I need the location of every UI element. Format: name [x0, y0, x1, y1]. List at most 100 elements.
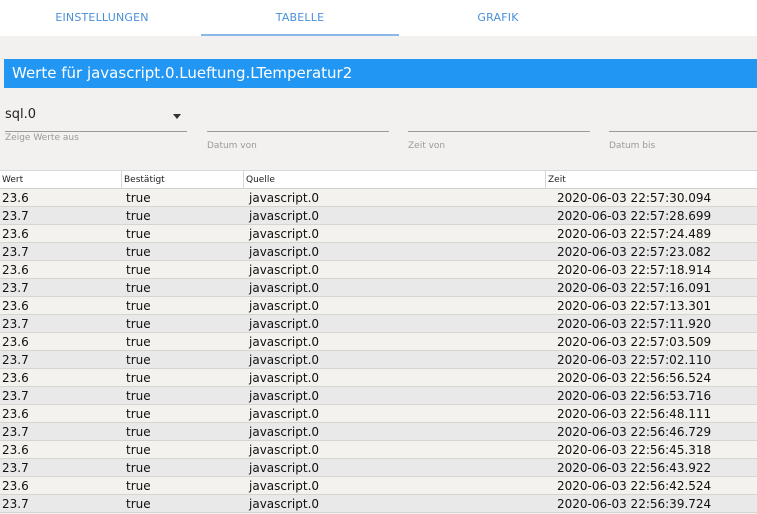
table-row[interactable]: 23.6 true javascript.0 2020-06-03 22:57:13.… — [0, 297, 757, 315]
cell-bestaetigt: true — [126, 245, 151, 259]
table-row[interactable]: 23.7 true javascript.0 2020-06-03 22:56:46.… — [0, 423, 757, 441]
cell-wert: 23.7 — [2, 281, 29, 295]
table-row[interactable]: 23.6 true javascript.0 2020-06-03 22:57:03.… — [0, 333, 757, 351]
cell-quelle: javascript.0 — [249, 281, 320, 295]
date-to-label: Datum bis — [609, 141, 656, 151]
cell-wert: 23.7 — [2, 245, 29, 259]
instance-select-value: sql.0 — [5, 107, 37, 122]
cell-quelle: javascript.0 — [249, 479, 320, 493]
cell-quelle: javascript.0 — [249, 353, 320, 367]
table-header: Wert Bestätigt Quelle Zeit — [0, 170, 757, 189]
cell-quelle: javascript.0 — [249, 335, 320, 349]
cell-zeit: 2020-06-03 22:57:24.489 — [557, 227, 712, 241]
cell-bestaetigt: true — [126, 191, 151, 205]
column-header-wert[interactable]: Wert — [0, 171, 122, 189]
date-to-field[interactable] — [609, 105, 757, 132]
table-row[interactable]: 23.6 true javascript.0 2020-06-03 22:56:42.… — [0, 477, 757, 495]
cell-wert: 23.6 — [2, 443, 29, 457]
cell-bestaetigt: true — [126, 497, 151, 511]
cell-zeit: 2020-06-03 22:57:02.110 — [557, 353, 712, 367]
cell-wert: 23.6 — [2, 371, 29, 385]
cell-wert: 23.6 — [2, 479, 29, 493]
cell-wert: 23.7 — [2, 317, 29, 331]
cell-bestaetigt: true — [126, 209, 151, 223]
cell-quelle: javascript.0 — [249, 227, 320, 241]
cell-bestaetigt: true — [126, 263, 151, 277]
cell-wert: 23.6 — [2, 335, 29, 349]
cell-wert: 23.6 — [2, 191, 29, 205]
cell-zeit: 2020-06-03 22:56:46.729 — [557, 425, 712, 439]
time-from-field[interactable] — [408, 105, 590, 132]
cell-bestaetigt: true — [126, 425, 151, 439]
chevron-down-icon — [173, 114, 181, 119]
cell-zeit: 2020-06-03 22:57:28.699 — [557, 209, 712, 223]
cell-bestaetigt: true — [126, 335, 151, 349]
table-row[interactable]: 23.6 true javascript.0 2020-06-03 22:57:24.… — [0, 225, 757, 243]
table-row[interactable]: 23.6 true javascript.0 2020-06-03 22:56:56.… — [0, 369, 757, 387]
table-row[interactable]: 23.7 true javascript.0 2020-06-03 22:57:28.… — [0, 207, 757, 225]
table-row[interactable]: 23.7 true javascript.0 2020-06-03 22:56:39.… — [0, 495, 757, 513]
cell-quelle: javascript.0 — [249, 317, 320, 331]
cell-bestaetigt: true — [126, 299, 151, 313]
cell-wert: 23.6 — [2, 227, 29, 241]
cell-zeit: 2020-06-03 22:56:53.716 — [557, 389, 712, 403]
cell-zeit: 2020-06-03 22:56:56.524 — [557, 371, 712, 385]
cell-wert: 23.6 — [2, 407, 29, 421]
date-from-field[interactable] — [207, 105, 389, 132]
cell-zeit: 2020-06-03 22:57:18.914 — [557, 263, 712, 277]
cell-quelle: javascript.0 — [249, 263, 320, 277]
cell-zeit: 2020-06-03 22:56:48.111 — [557, 407, 712, 421]
cell-bestaetigt: true — [126, 227, 151, 241]
table-row[interactable]: 23.6 true javascript.0 2020-06-03 22:57:18.… — [0, 261, 757, 279]
cell-zeit: 2020-06-03 22:56:42.524 — [557, 479, 712, 493]
tab-grafik[interactable]: GRAFIK — [399, 0, 597, 36]
table-row[interactable]: 23.7 true javascript.0 2020-06-03 22:57:11.… — [0, 315, 757, 333]
table-row[interactable]: 23.6 true javascript.0 2020-06-03 22:56:45.… — [0, 441, 757, 459]
cell-bestaetigt: true — [126, 281, 151, 295]
cell-bestaetigt: true — [126, 371, 151, 385]
cell-zeit: 2020-06-03 22:57:16.091 — [557, 281, 712, 295]
tab-bar: EINSTELLUNGEN TABELLE GRAFIK — [0, 0, 757, 36]
cell-zeit: 2020-06-03 22:57:11.920 — [557, 317, 712, 331]
table-row[interactable]: 23.6 true javascript.0 2020-06-03 22:56:48.… — [0, 405, 757, 423]
page-title: Werte für javascript.0.Lueftung.LTempera… — [4, 59, 757, 88]
cell-quelle: javascript.0 — [249, 299, 320, 313]
table-row[interactable]: 23.7 true javascript.0 2020-06-03 22:57:23.… — [0, 243, 757, 261]
cell-wert: 23.7 — [2, 425, 29, 439]
cell-bestaetigt: true — [126, 353, 151, 367]
cell-bestaetigt: true — [126, 407, 151, 421]
time-from-label: Zeit von — [408, 141, 446, 151]
cell-quelle: javascript.0 — [249, 389, 320, 403]
cell-quelle: javascript.0 — [249, 497, 320, 511]
cell-quelle: javascript.0 — [249, 425, 320, 439]
table-row[interactable]: 23.6 true javascript.0 2020-06-03 22:57:30.… — [0, 189, 757, 207]
date-from-label: Datum von — [207, 141, 257, 151]
cell-bestaetigt: true — [126, 461, 151, 475]
cell-wert: 23.7 — [2, 461, 29, 475]
table-row[interactable]: 23.7 true javascript.0 2020-06-03 22:57:02.… — [0, 351, 757, 369]
cell-quelle: javascript.0 — [249, 191, 320, 205]
cell-quelle: javascript.0 — [249, 371, 320, 385]
cell-wert: 23.7 — [2, 389, 29, 403]
table-row[interactable]: 23.7 true javascript.0 2020-06-03 22:56:53.… — [0, 387, 757, 405]
column-header-bestaetigt[interactable]: Bestätigt — [122, 171, 244, 189]
cell-zeit: 2020-06-03 22:57:23.082 — [557, 245, 712, 259]
cell-bestaetigt: true — [126, 389, 151, 403]
cell-wert: 23.6 — [2, 299, 29, 313]
tab-tabelle[interactable]: TABELLE — [201, 0, 399, 36]
instance-select[interactable]: sql.0 — [5, 103, 187, 132]
cell-wert: 23.7 — [2, 209, 29, 223]
column-header-quelle[interactable]: Quelle — [244, 171, 546, 189]
cell-zeit: 2020-06-03 22:57:03.509 — [557, 335, 712, 349]
table-row[interactable]: 23.7 true javascript.0 2020-06-03 22:56:43.… — [0, 459, 757, 477]
cell-quelle: javascript.0 — [249, 407, 320, 421]
cell-wert: 23.7 — [2, 353, 29, 367]
tab-einstellungen[interactable]: EINSTELLUNGEN — [3, 0, 201, 36]
cell-bestaetigt: true — [126, 443, 151, 457]
table-row[interactable]: 23.7 true javascript.0 2020-06-03 22:57:16.… — [0, 279, 757, 297]
cell-zeit: 2020-06-03 22:57:30.094 — [557, 191, 712, 205]
cell-quelle: javascript.0 — [249, 443, 320, 457]
cell-bestaetigt: true — [126, 317, 151, 331]
column-header-zeit[interactable]: Zeit — [546, 171, 757, 189]
instance-select-helper: Zeige Werte aus — [5, 133, 79, 143]
